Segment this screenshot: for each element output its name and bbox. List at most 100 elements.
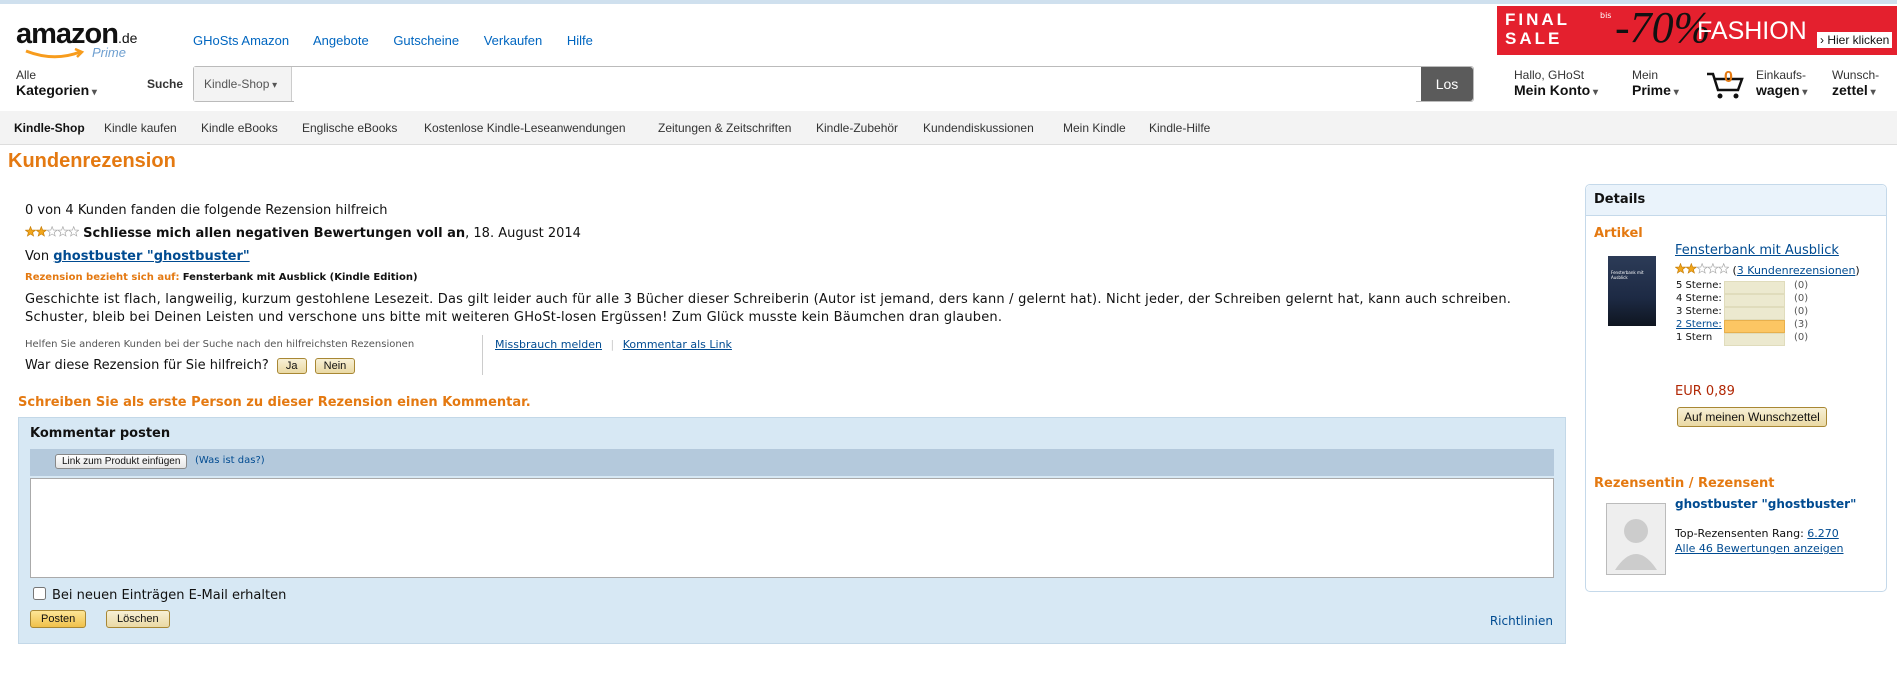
top-border xyxy=(0,0,1897,4)
refers-label: Rezension bezieht sich auf: xyxy=(25,272,180,283)
subnav-zeitungen[interactable]: Zeitungen & Zeitschriften xyxy=(658,121,791,135)
wishlist-label: zettel xyxy=(1832,82,1879,98)
promo-banner[interactable]: FINAL SALE bis -70% FASHION › Hier klicke… xyxy=(1497,3,1897,55)
email-notify-checkbox[interactable] xyxy=(33,587,46,600)
review-star-rating-icon xyxy=(25,226,79,237)
subnav-kindle-kaufen[interactable]: Kindle kaufen xyxy=(104,121,177,135)
helpful-no-button[interactable]: Nein xyxy=(314,358,356,374)
star-filled-icon xyxy=(1685,263,1698,274)
subnav-kindle-ebooks[interactable]: Kindle eBooks xyxy=(201,121,278,135)
subnav-englische-ebooks[interactable]: Englische eBooks xyxy=(302,121,397,135)
banner-final-sale: FINAL SALE xyxy=(1505,10,1571,48)
rank-label: Top-Rezensenten Rang: xyxy=(1675,527,1804,540)
wishlist-menu[interactable]: Wunsch- zettel xyxy=(1832,68,1879,98)
comment-textarea[interactable] xyxy=(30,478,1554,578)
helpful-yes-button[interactable]: Ja xyxy=(276,358,307,374)
account-label: Mein Konto xyxy=(1514,82,1598,98)
categories-menu[interactable]: Alle Kategorien xyxy=(16,68,97,98)
review-title: Schliesse mich allen negativen Bewertung… xyxy=(83,226,466,241)
subnav-mein-kindle[interactable]: Mein Kindle xyxy=(1063,121,1126,135)
product-price: EUR 0,89 xyxy=(1675,384,1735,399)
email-notify-option[interactable]: Bei neuen Einträgen E-Mail erhalten xyxy=(33,587,286,603)
star-empty-icon xyxy=(1717,263,1729,274)
refers-value: Fensterbank mit Ausblick (Kindle Edition… xyxy=(182,272,418,283)
insert-product-link-button[interactable]: Link zum Produkt einfügen xyxy=(55,454,188,469)
histogram-bar xyxy=(1724,320,1785,333)
comment-toolbar: Link zum Produkt einfügen (Was ist das?) xyxy=(30,449,1554,476)
book-cover[interactable]: Fensterbank mit Ausblick xyxy=(1608,256,1656,326)
link-verkaufen[interactable]: Verkaufen xyxy=(484,33,543,48)
search-go-button[interactable]: Los xyxy=(1421,67,1473,101)
star-filled-icon xyxy=(25,226,37,237)
guidelines-link[interactable]: Richtlinien xyxy=(1490,614,1553,628)
search-label: Suche xyxy=(147,77,184,91)
review-author-link[interactable]: ghostbuster "ghostbuster" xyxy=(53,249,249,264)
product-title-link[interactable]: Fensterbank mit Ausblick xyxy=(1675,243,1839,258)
comment-as-link[interactable]: Kommentar als Link xyxy=(623,338,732,351)
comment-prompt: Schreiben Sie als erste Person zu dieser… xyxy=(18,395,531,410)
subnav-kundendiskussionen[interactable]: Kundendiskussionen xyxy=(923,121,1034,135)
subnav-zubehoer[interactable]: Kindle-Zubehör xyxy=(816,121,898,135)
review-body: Geschichte ist flach, langweilig, kurzum… xyxy=(25,292,1512,325)
histogram-bar xyxy=(1724,281,1785,294)
page-title: Kundenrezension xyxy=(8,150,176,172)
histogram-count: (0) xyxy=(1794,280,1809,291)
star-filled-icon xyxy=(35,226,48,237)
cover-text: Fensterbank mit Ausblick xyxy=(1611,270,1644,280)
subnav-lese-apps[interactable]: Kostenlose Kindle-Leseanwendungen xyxy=(424,121,626,135)
link-gutscheine[interactable]: Gutscheine xyxy=(393,33,459,48)
report-abuse-link[interactable]: Missbrauch melden xyxy=(495,338,602,351)
categories-small: Alle xyxy=(16,68,37,82)
email-notify-label: Bei neuen Einträgen E-Mail erhalten xyxy=(52,588,287,603)
delete-button[interactable]: Löschen xyxy=(106,610,170,628)
reviewer-name-link[interactable]: ghostbuster "ghostbuster" xyxy=(1675,497,1856,511)
all-reviews-link[interactable]: Alle 46 Bewertungen anzeigen xyxy=(1675,542,1844,555)
star-empty-icon xyxy=(46,226,58,237)
histogram-label[interactable]: 2 Sterne: xyxy=(1676,319,1722,330)
cart-menu[interactable]: Einkaufs- wagen xyxy=(1756,68,1807,98)
account-greeting: Hallo, GHoSt xyxy=(1514,68,1585,82)
histogram-bar xyxy=(1724,307,1785,320)
by-label: Von xyxy=(25,249,50,264)
banner-bis: bis xyxy=(1600,11,1612,20)
comment-box: Kommentar posten Link zum Produkt einfüg… xyxy=(18,417,1566,644)
subnav-kindle-shop[interactable]: Kindle-Shop xyxy=(14,121,85,135)
article-label: Artikel xyxy=(1594,226,1643,241)
post-button[interactable]: Posten xyxy=(30,610,87,628)
search-scope-dropdown[interactable]: Kindle-Shop xyxy=(194,67,292,101)
wishlist-small: Wunsch- xyxy=(1832,68,1880,82)
review-author-line: Von ghostbuster "ghostbuster" xyxy=(25,249,250,264)
review-links: Missbrauch melden | Kommentar als Link xyxy=(495,338,732,351)
search-input[interactable] xyxy=(294,67,1416,103)
subnav-kindle-hilfe[interactable]: Kindle-Hilfe xyxy=(1149,121,1210,135)
histogram-count: (0) xyxy=(1794,306,1809,317)
sidebar-title: Details xyxy=(1586,185,1886,216)
search-bar: Kindle-Shop Los xyxy=(193,66,1474,103)
add-to-wishlist-button[interactable]: Auf meinen Wunschzettel xyxy=(1677,407,1827,427)
account-menu[interactable]: Hallo, GHoSt Mein Konto xyxy=(1514,68,1598,98)
rank-value-link[interactable]: 6.270 xyxy=(1807,527,1839,540)
kindle-subnav: Kindle-Shop Kindle kaufen Kindle eBooks … xyxy=(0,111,1897,145)
histogram-label: 3 Sterne: xyxy=(1676,306,1722,317)
cart-label: wagen xyxy=(1756,82,1807,98)
histogram-label: 5 Sterne: xyxy=(1676,280,1722,291)
review-date: , 18. August 2014 xyxy=(465,226,581,241)
amazon-logo[interactable]: amazon.de Prime xyxy=(16,18,138,60)
avatar[interactable] xyxy=(1606,503,1666,575)
histogram-bar xyxy=(1724,294,1785,307)
review-count-link[interactable]: 3 Kundenrezensionen xyxy=(1737,264,1856,277)
what-is-this-link[interactable]: (Was ist das?) xyxy=(195,455,265,466)
divider xyxy=(482,335,483,375)
link-ghosts-amazon[interactable]: GHoSts Amazon xyxy=(193,33,289,48)
categories-big: Kategorien xyxy=(16,82,97,98)
logo-tld: .de xyxy=(117,30,138,46)
link-angebote[interactable]: Angebote xyxy=(313,33,369,48)
banner-cta-link[interactable]: › Hier klicken xyxy=(1817,32,1893,48)
prime-menu[interactable]: Mein Prime xyxy=(1632,68,1679,98)
top-links: GHoSts Amazon Angebote Gutscheine Verkau… xyxy=(193,33,614,48)
reviewer-rank: Top-Rezensenten Rang: 6.270 xyxy=(1675,527,1839,540)
link-hilfe[interactable]: Hilfe xyxy=(567,33,593,48)
helpful-count: 0 von 4 Kunden fanden die folgende Rezen… xyxy=(25,203,388,218)
product-star-rating-icon xyxy=(1675,263,1729,274)
cart-count: 0 xyxy=(1724,69,1733,86)
